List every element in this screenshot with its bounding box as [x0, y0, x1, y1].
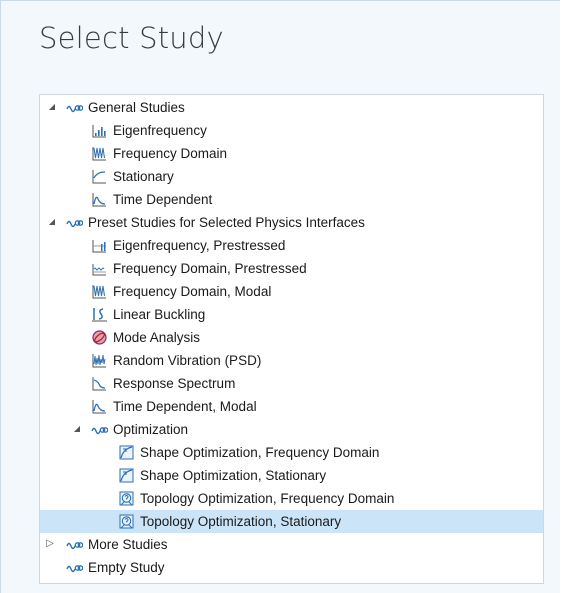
tree-item-random-vibration[interactable]: Random Vibration (PSD) — [40, 349, 543, 372]
tree-item-time-dependent-modal[interactable]: Time Dependent, Modal — [40, 395, 543, 418]
page-title: Select Study — [39, 21, 224, 55]
tree-node-more-studies[interactable]: ▷ More Studies — [40, 533, 543, 556]
collapsed-arrow-icon[interactable]: ▷ — [45, 539, 55, 549]
study-group-icon — [66, 536, 83, 553]
tree-item-eigenfrequency-prestressed[interactable]: Eigenfrequency, Prestressed — [40, 234, 543, 257]
tree-item-label: Stationary — [113, 169, 174, 184]
tree-item-label: Linear Buckling — [113, 307, 206, 322]
expanded-arrow-icon[interactable]: ◢ — [72, 424, 82, 434]
time-dependent-icon — [91, 191, 108, 208]
tree-item-frequency-domain-modal[interactable]: Frequency Domain, Modal — [40, 280, 543, 303]
tree-item-topology-optimization-frequency-domain[interactable]: Topology Optimization, Frequency Domain — [40, 487, 543, 510]
tree-item-label: Frequency Domain, Modal — [113, 284, 272, 299]
study-group-icon — [66, 99, 83, 116]
tree-item-stationary[interactable]: Stationary — [40, 165, 543, 188]
stationary-icon — [91, 168, 108, 185]
tree-item-label: Random Vibration (PSD) — [113, 353, 262, 368]
tree-node-general-studies[interactable]: ◢ General Studies — [40, 96, 543, 119]
frequency-domain-modal-icon — [91, 283, 108, 300]
tree-item-label: Mode Analysis — [113, 330, 201, 345]
tree-item-label: Shape Optimization, Frequency Domain — [140, 445, 380, 460]
tree-item-shape-optimization-stationary[interactable]: Shape Optimization, Stationary — [40, 464, 543, 487]
tree-node-preset-studies[interactable]: ◢ Preset Studies for Selected Physics In… — [40, 211, 543, 234]
tree-node-label: General Studies — [88, 100, 185, 115]
select-study-panel: Select Study ◢ General Studies Eigenfreq… — [0, 0, 560, 593]
tree-item-label: Topology Optimization, Stationary — [140, 514, 342, 529]
study-group-icon — [91, 421, 108, 438]
tree-item-label: Empty Study — [88, 560, 165, 575]
topology-optimization-icon — [118, 490, 135, 507]
tree-item-label: Response Spectrum — [113, 376, 236, 391]
linear-buckling-icon — [91, 306, 108, 323]
frequency-domain-icon — [91, 145, 108, 162]
tree-node-label: More Studies — [88, 537, 168, 552]
study-group-icon — [66, 559, 83, 576]
tree-item-label: Time Dependent, Modal — [113, 399, 257, 414]
tree-item-empty-study[interactable]: Empty Study — [40, 556, 543, 579]
shape-optimization-icon — [118, 444, 135, 461]
tree-item-label: Eigenfrequency, Prestressed — [113, 238, 286, 253]
tree-item-label: Time Dependent — [113, 192, 213, 207]
random-vibration-icon — [91, 352, 108, 369]
topology-optimization-icon — [118, 513, 135, 530]
tree-item-mode-analysis[interactable]: Mode Analysis — [40, 326, 543, 349]
tree-item-frequency-domain-prestressed[interactable]: Frequency Domain, Prestressed — [40, 257, 543, 280]
tree-item-label: Topology Optimization, Frequency Domain — [140, 491, 395, 506]
tree-item-label: Frequency Domain — [113, 146, 228, 161]
expanded-arrow-icon[interactable]: ◢ — [47, 217, 57, 227]
tree-item-response-spectrum[interactable]: Response Spectrum — [40, 372, 543, 395]
tree-item-label: Frequency Domain, Prestressed — [113, 261, 307, 276]
eigenfrequency-icon — [91, 122, 108, 139]
response-spectrum-icon — [91, 375, 108, 392]
shape-optimization-icon — [118, 467, 135, 484]
tree-item-eigenfrequency[interactable]: Eigenfrequency — [40, 119, 543, 142]
tree-item-shape-optimization-frequency-domain[interactable]: Shape Optimization, Frequency Domain — [40, 441, 543, 464]
tree-item-label: Shape Optimization, Stationary — [140, 468, 327, 483]
frequency-domain-prestressed-icon — [91, 260, 108, 277]
study-tree[interactable]: ◢ General Studies Eigenfrequency Frequen… — [39, 94, 544, 584]
tree-node-label: Preset Studies for Selected Physics Inte… — [88, 215, 365, 230]
tree-item-topology-optimization-stationary[interactable]: Topology Optimization, Stationary — [40, 510, 543, 533]
mode-analysis-icon — [91, 329, 108, 346]
tree-node-label: Optimization — [113, 422, 189, 437]
study-group-icon — [66, 214, 83, 231]
tree-item-label: Eigenfrequency — [113, 123, 207, 138]
tree-item-linear-buckling[interactable]: Linear Buckling — [40, 303, 543, 326]
time-dependent-modal-icon — [91, 398, 108, 415]
tree-item-time-dependent[interactable]: Time Dependent — [40, 188, 543, 211]
tree-node-optimization[interactable]: ◢ Optimization — [40, 418, 543, 441]
expanded-arrow-icon[interactable]: ◢ — [47, 102, 57, 112]
eigenfrequency-prestressed-icon — [91, 237, 108, 254]
tree-item-frequency-domain[interactable]: Frequency Domain — [40, 142, 543, 165]
